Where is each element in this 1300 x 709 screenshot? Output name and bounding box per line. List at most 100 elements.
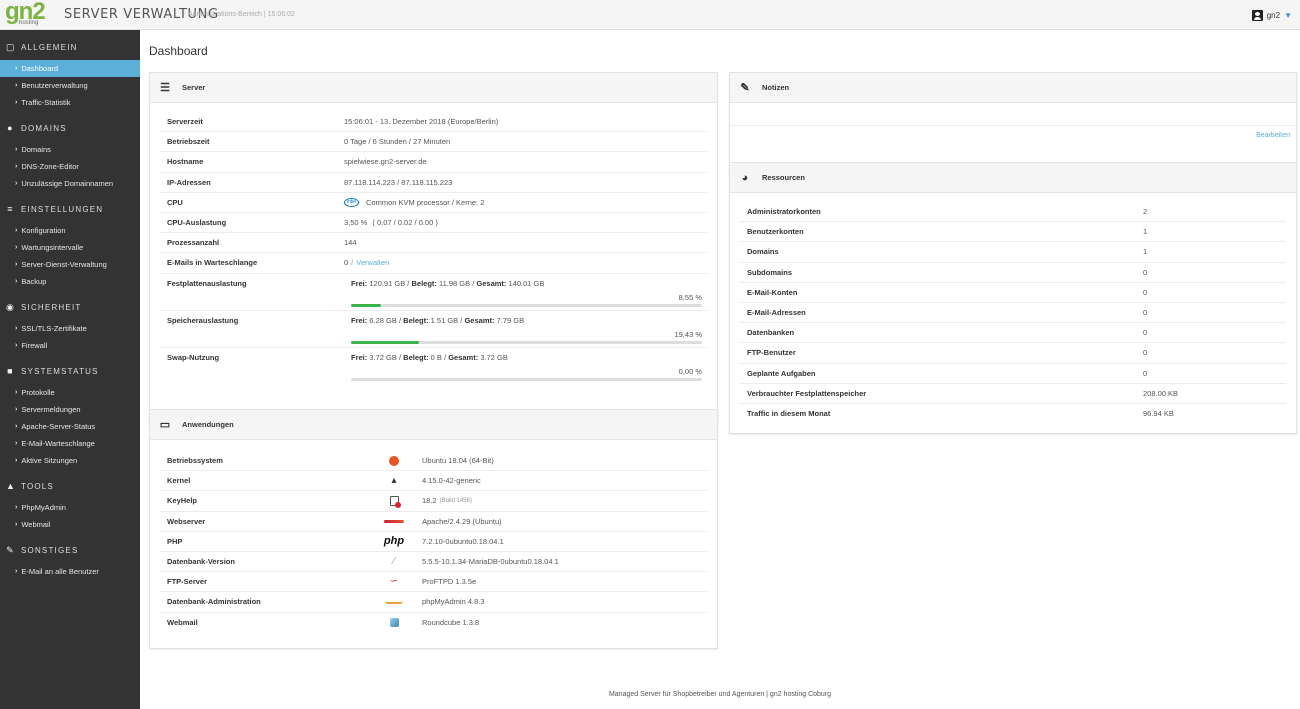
document-icon: ■ bbox=[7, 366, 14, 376]
sidebar-section-sonstiges[interactable]: ✎ SONSTIGES bbox=[0, 537, 140, 563]
table-row: E-Mail-Konten 0 bbox=[740, 283, 1286, 303]
sliders-icon: ≡ bbox=[7, 204, 14, 214]
table-row: Benutzerkonten 1 bbox=[740, 222, 1286, 243]
resources-panel: ◕ Ressourcen Administratorkonten 2 Benutz… bbox=[729, 162, 1297, 434]
table-row: Betriebszeit 0 Tage / 6 Stunden / 27 Minu… bbox=[160, 132, 707, 153]
table-row: Webserver Apache/2.4.29 (Ubuntu) bbox=[160, 512, 707, 532]
monitor-icon: ▭ bbox=[159, 419, 171, 431]
sidebar-item-dashboard[interactable]: › Dashboard bbox=[0, 60, 140, 77]
sidebar-item-traffic-statistik[interactable]: › Traffic-Statistik bbox=[0, 94, 140, 111]
logo-sub: hosting bbox=[19, 20, 39, 26]
memory-row: Speicherauslastung Frei: 6.28 GB / Beleg… bbox=[160, 311, 707, 348]
sidebar-item-email-warteschlange[interactable]: › E-Mail-Warteschlange bbox=[0, 435, 140, 452]
server-table: Serverzeit 15:06:01 - 13. Dezember 2018 (… bbox=[160, 112, 707, 385]
verwalten-link[interactable]: Verwalten bbox=[356, 258, 389, 267]
table-row: Geplante Aufgaben 0 bbox=[740, 364, 1286, 384]
proftpd-icon: ∽ bbox=[389, 576, 399, 588]
sidebar-item-aktive-sitzungen[interactable]: › Aktive Sitzungen bbox=[0, 452, 140, 469]
roundcube-icon bbox=[380, 617, 408, 629]
table-row: Administratorkonten 2 bbox=[740, 202, 1286, 223]
disk-row: Festplattenauslastung Frei: 120.91 GB / … bbox=[160, 274, 707, 311]
apps-panel-title: Anwendungen bbox=[182, 420, 234, 429]
sidebar-section-einstellungen[interactable]: ≡ EINSTELLUNGEN bbox=[0, 196, 140, 222]
sidebar-item-benutzerverwaltung[interactable]: › Benutzerverwaltung bbox=[0, 77, 140, 94]
sidebar-item-apache-server-status[interactable]: › Apache-Server-Status bbox=[0, 418, 140, 435]
php-icon: php bbox=[383, 535, 405, 548]
notes-panel: ✎ Notizen Bearbeiten bbox=[729, 72, 1297, 176]
sidebar-item-konfiguration[interactable]: › Konfiguration bbox=[0, 222, 140, 239]
sidebar-item-domains[interactable]: › Domains bbox=[0, 141, 140, 158]
table-row: Prozessanzahl 144 bbox=[160, 233, 707, 254]
app-subtitle: Administrations-Bereich | 15:06:02 bbox=[188, 11, 295, 18]
sidebar-section-sicherheit[interactable]: ◉ SICHERHEIT bbox=[0, 294, 140, 320]
pen-icon: ✎ bbox=[6, 544, 15, 555]
table-row: E-Mails in Warteschlange 0 / Verwalten bbox=[160, 253, 707, 274]
memory-progress-bar bbox=[351, 340, 702, 344]
sidebar-item-ssl-tls-zertifikate[interactable]: › SSL/TLS-Zertifikate bbox=[0, 320, 140, 337]
sidebar-item-webmail[interactable]: › Webmail bbox=[0, 516, 140, 533]
sidebar-item-firewall[interactable]: › Firewall bbox=[0, 337, 140, 354]
car-icon: ▲ bbox=[6, 481, 17, 491]
table-row: Webmail Roundcube 1.3.8 bbox=[167, 617, 480, 629]
apache-icon bbox=[380, 515, 408, 527]
intel-icon: intel bbox=[344, 197, 359, 207]
table-row: FTP-Benutzer 0 bbox=[740, 343, 1286, 364]
table-row: Datenbank-Administration phpMyAdmin 4.8.3 bbox=[160, 592, 707, 613]
sidebar-item-unzulaessige-domainnamen[interactable]: › Unzulässige Domainnamen bbox=[0, 175, 140, 192]
user-name: gn2 bbox=[1266, 10, 1281, 20]
ubuntu-icon bbox=[380, 455, 408, 467]
notes-panel-title: Notizen bbox=[762, 83, 790, 92]
table-row: Verbrauchter Festplattenspeicher 208.00 K… bbox=[740, 384, 1286, 404]
resources-panel-title: Ressourcen bbox=[762, 173, 805, 182]
edit-notes-link[interactable]: Bearbeiten bbox=[1256, 132, 1290, 139]
sidebar-item-backup[interactable]: › Backup bbox=[0, 273, 140, 290]
sidebar-item-dns-zone-editor[interactable]: › DNS-Zone-Editor bbox=[0, 158, 140, 175]
table-row: Traffic in diesem Monat 96.94 KB bbox=[747, 409, 1174, 419]
resources-table: Administratorkonten 2 Benutzerkonten 1 Dom… bbox=[740, 202, 1286, 424]
monitor-icon: ▢ bbox=[6, 41, 16, 52]
apps-panel: ▭ Anwendungen Betriebssystem Ubuntu 18.04… bbox=[149, 409, 718, 649]
table-row: Domains 1 bbox=[740, 242, 1286, 263]
swap-row: Swap-Nutzung Frei: 3.72 GB / Belegt: 0 B… bbox=[160, 348, 707, 385]
chevron-down-icon: ▼ bbox=[1284, 10, 1292, 20]
server-icon: ☰ bbox=[160, 82, 170, 94]
sidebar-item-phpmyadmin[interactable]: › PhpMyAdmin bbox=[0, 499, 140, 516]
user-icon bbox=[1251, 9, 1263, 21]
sidebar-item-protokolle[interactable]: › Protokolle bbox=[0, 384, 140, 401]
notes-panel-header: ✎ Notizen bbox=[730, 73, 1296, 103]
sidebar-section-allgemein[interactable]: ▢ ALLGEMEIN bbox=[0, 34, 140, 60]
table-row: PHP php 7.2.10-0ubuntu0.18.04.1 bbox=[160, 532, 707, 552]
logo[interactable]: gn2 hosting bbox=[5, 0, 49, 28]
page-title: Dashboard bbox=[149, 44, 208, 58]
table-row: FTP-Server ∽ ProFTPD 1.3.5e bbox=[160, 572, 707, 593]
sidebar-section-domains[interactable]: ● DOMAINS bbox=[0, 115, 140, 141]
phpmyadmin-icon bbox=[380, 596, 408, 608]
apps-panel-header: ▭ Anwendungen bbox=[150, 410, 717, 440]
sidebar-section-systemstatus[interactable]: ■ SYSTEMSTATUS bbox=[0, 358, 140, 384]
tux-icon: ▴ bbox=[391, 475, 397, 487]
sidebar: ▢ ALLGEMEIN › Dashboard › Benutzerverwaltu… bbox=[0, 30, 140, 709]
server-panel-header: ☰ Server bbox=[150, 73, 717, 103]
edit-icon: ✎ bbox=[740, 82, 750, 94]
sidebar-item-wartungsintervalle[interactable]: › Wartungsintervalle bbox=[0, 239, 140, 256]
table-row: Serverzeit 15:06:01 - 13. Dezember 2018 (… bbox=[160, 112, 707, 133]
swap-progress-bar bbox=[351, 377, 702, 381]
shield-icon: ◉ bbox=[6, 301, 16, 312]
table-row: Kernel ▴ 4.15.0-42-generic bbox=[160, 471, 707, 492]
dashboard-gauge-icon: ◕ bbox=[741, 171, 749, 184]
table-row: KeyHelp 18.2 (Build 1456) bbox=[160, 491, 707, 512]
sidebar-item-server-dienst-verwaltung[interactable]: › Server-Dienst-Verwaltung bbox=[0, 256, 140, 273]
globe-icon: ● bbox=[7, 123, 14, 133]
server-panel-title: Server bbox=[182, 83, 206, 92]
sidebar-item-email-an-alle-benutzer[interactable]: › E-Mail an alle Benutzer bbox=[0, 563, 140, 580]
user-menu[interactable]: gn2 ▼ bbox=[1251, 8, 1292, 22]
table-row: CPU intel Common KVM processor / Kerne: … bbox=[160, 193, 707, 213]
sidebar-section-tools[interactable]: ▲ TOOLS bbox=[0, 473, 140, 499]
keyhelp-icon bbox=[380, 495, 408, 508]
table-row: Datenbanken 0 bbox=[740, 323, 1286, 344]
sidebar-item-servermeldungen[interactable]: › Servermeldungen bbox=[0, 401, 140, 418]
top-bar: gn2 hosting SERVER VERWALTUNG Administra… bbox=[0, 0, 1300, 30]
table-row: E-Mail-Adressen 0 bbox=[740, 303, 1286, 324]
apps-table: Betriebssystem Ubuntu 18.04 (64-Bit) Kern… bbox=[160, 451, 707, 633]
table-row: IP-Adressen 87.118.114.223 / 87.118.115.2… bbox=[160, 173, 707, 193]
